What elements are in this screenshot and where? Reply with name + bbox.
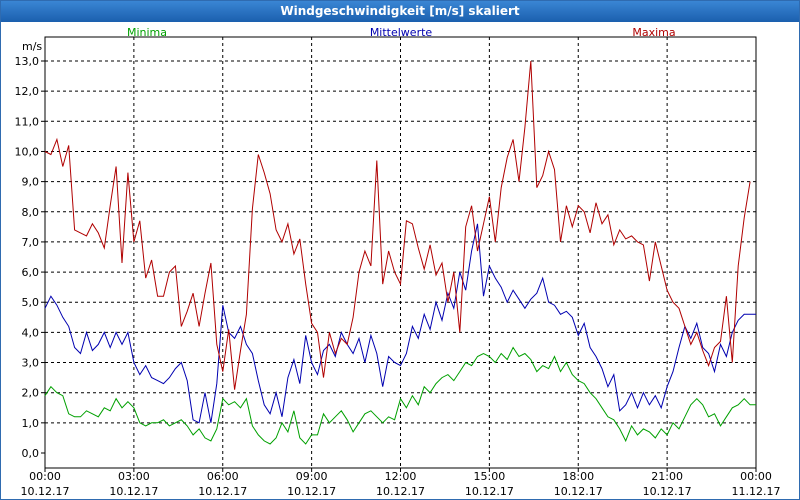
x-tick-date: 10.12.17: [376, 485, 425, 498]
chart-window: Windgeschwindigkeit [m/s] skaliert 0,0 1,…: [0, 0, 800, 500]
y-tick-label: 0,0: [22, 447, 40, 460]
x-tick-time: 21:00: [651, 470, 683, 483]
x-tick-date: 11.12.17: [732, 485, 781, 498]
x-tick-time: 06:00: [207, 470, 239, 483]
y-tick-label: 13,0: [15, 55, 40, 68]
x-tick-date: 10.12.17: [109, 485, 158, 498]
y-tick-label: 5,0: [22, 296, 40, 309]
y-tick-label: 7,0: [22, 236, 40, 249]
y-tick-label: 2,0: [22, 387, 40, 400]
y-tick-label: 1,0: [22, 417, 40, 430]
y-axis-label: m/s: [22, 40, 42, 53]
y-tick-label: 9,0: [22, 176, 40, 189]
chart-area: 0,0 1,0 2,0 3,0 4,0 5,0 6,0 7,0 8,0 9,0 10,0 11,0 12…: [15, 26, 781, 498]
x-tick-time: 15:00: [474, 470, 506, 483]
y-tick-label: 6,0: [22, 266, 40, 279]
x-tick-date: 10.12.17: [554, 485, 603, 498]
x-axis: 00:00 10.12.17 03:00 10.12.17 06:00 10.12.17 0…: [21, 468, 781, 498]
x-tick-date: 10.12.17: [21, 485, 70, 498]
y-tick-label: 11,0: [15, 115, 40, 128]
x-tick-time: 03:00: [118, 470, 150, 483]
x-tick-time: 00:00: [29, 470, 61, 483]
x-tick-time: 00:00: [740, 470, 772, 483]
x-tick-date: 10.12.17: [198, 485, 247, 498]
x-tick-date: 10.12.17: [643, 485, 692, 498]
y-tick-label: 12,0: [15, 85, 40, 98]
y-tick-label: 10,0: [15, 145, 40, 158]
x-tick-time: 18:00: [562, 470, 594, 483]
x-tick-date: 10.12.17: [287, 485, 336, 498]
legend-minima: Minima: [127, 26, 167, 39]
x-tick-time: 12:00: [385, 470, 417, 483]
y-axis: 0,0 1,0 2,0 3,0 4,0 5,0 6,0 7,0 8,0 9,0 10,0 11,0 12…: [15, 55, 45, 460]
legend-maxima: Maxima: [632, 26, 675, 39]
x-tick-date: 10.12.17: [465, 485, 514, 498]
y-tick-label: 8,0: [22, 206, 40, 219]
legend-mittelwerte: Mittelwerte: [370, 26, 433, 39]
y-tick-label: 4,0: [22, 326, 40, 339]
y-tick-label: 3,0: [22, 357, 40, 370]
x-tick-time: 09:00: [296, 470, 328, 483]
